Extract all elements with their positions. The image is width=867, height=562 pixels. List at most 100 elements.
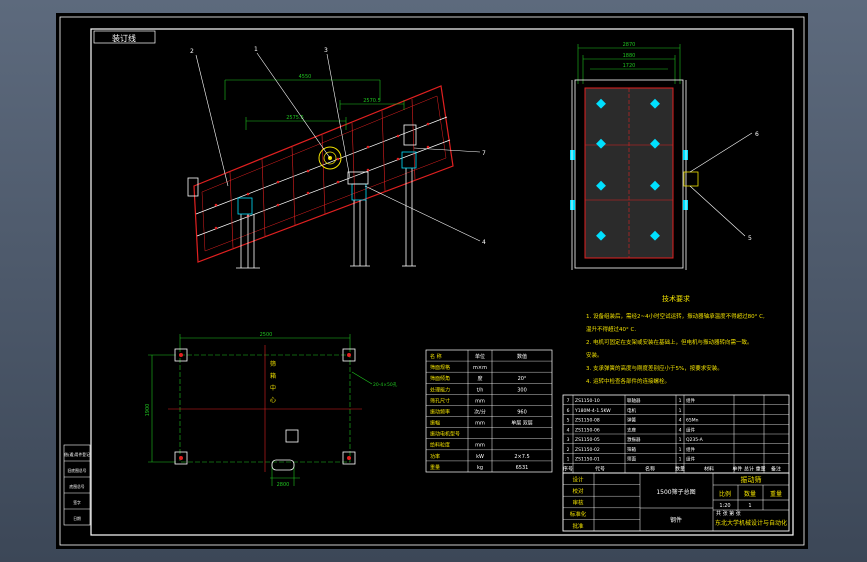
part-name: 支座	[627, 426, 636, 433]
spec-unit: 度	[477, 375, 482, 382]
left-strip-label: 签字	[73, 500, 81, 505]
qty-label: 数量	[744, 490, 756, 498]
part-material: Q235-A	[686, 437, 704, 443]
part-seq: 1	[567, 457, 570, 463]
spec-name: 振幅	[430, 420, 440, 427]
title-row-label: 标准化	[570, 510, 587, 518]
part-seq: 7	[567, 398, 570, 404]
part-seq: 6	[567, 408, 570, 414]
parts-header-cell: 序号	[563, 465, 573, 472]
part-qty: 1	[679, 398, 682, 404]
part-material: 组件	[686, 426, 695, 433]
part-name: 筛面	[627, 456, 636, 463]
parts-header-cell: 代号	[595, 465, 605, 472]
left-strip-label: 借(通)用件登记	[64, 452, 90, 457]
part-name: 电机	[627, 407, 636, 414]
spec-unit: 次/分	[474, 408, 486, 415]
part-name: 联轴器	[627, 397, 641, 404]
part-qty: 1	[679, 437, 682, 443]
spec-unit: t/h	[477, 387, 484, 393]
drawing-name: 1500筛子总图	[656, 488, 695, 496]
part-qty: 1	[679, 457, 682, 463]
spec-name: 重量	[430, 464, 440, 471]
callout-7: 7	[482, 150, 486, 157]
spec-value: 300	[517, 387, 527, 393]
part-name: 筛箱	[627, 446, 636, 453]
spec-name: 振动电机型号	[430, 431, 460, 438]
dim-plan-width: 2500	[260, 332, 273, 338]
part-code: Y180M-4-1.5KW	[574, 408, 611, 414]
dim-side-total: 4550	[299, 74, 312, 80]
drawing-canvas: 装订线 借(通)用件登记旧底图总号底图总号签字日期 4550 2575.5 25…	[56, 13, 808, 549]
title-row-label: 审核	[572, 499, 584, 507]
title-row-label: 批准	[572, 522, 584, 530]
left-strip-label: 日期	[73, 516, 81, 521]
spec-unit: mm	[475, 421, 485, 427]
left-strip-label: 旧底图总号	[68, 468, 87, 473]
parts-header-cell: 名称	[645, 465, 655, 472]
tech-requirement-item: 1. 设备组装后，需经2~4小时空试运转，振动器轴承温度不得超过80° C,	[586, 312, 765, 320]
company-name: 东北大学机械设计与自动化	[715, 519, 787, 527]
title-row-label: 设计	[572, 475, 584, 483]
spec-unit: mm	[475, 443, 485, 449]
tech-requirement-item: 3. 支承弹簧的高度与刚度差别应小于5%，按要求安装。	[586, 364, 723, 372]
spec-unit: mm	[475, 398, 485, 404]
dim-plan-depth: 2800	[277, 482, 290, 488]
spec-value: 单层 双层	[511, 420, 533, 427]
tech-requirement-item: 4. 运转中检查各部件的连接螺栓。	[586, 377, 670, 385]
drawing-title: 振动筛	[741, 475, 762, 484]
part-code: ZS1150-05	[575, 437, 600, 443]
dim-side-mid: 2575.5	[286, 115, 304, 121]
spec-unit: kW	[476, 454, 484, 460]
part-material: 组件	[686, 446, 695, 453]
dim-front-outer: 2870	[623, 42, 636, 48]
part-seq: 3	[567, 437, 570, 443]
spec-unit: 单位	[475, 353, 485, 360]
spec-name: 给料粒度	[430, 442, 450, 449]
callout-3: 3	[324, 47, 328, 54]
part-qty: 4	[679, 427, 682, 433]
drawing-material: 钢件	[670, 516, 682, 524]
tech-requirements-title: 技术要求	[662, 294, 690, 303]
part-name: 激振器	[627, 436, 641, 443]
scale-value: 1:20	[719, 503, 730, 509]
part-code: ZS1150-02	[575, 447, 600, 453]
dim-front-mid: 1880	[623, 53, 636, 59]
part-seq: 2	[567, 447, 570, 453]
parts-header-cell: 单件 总计 重量	[732, 465, 765, 472]
tech-requirement-item: 安装。	[586, 351, 603, 359]
part-seq: 5	[567, 418, 570, 424]
spec-value: 960	[517, 409, 527, 415]
spec-name: 筛孔尺寸	[430, 397, 450, 404]
tech-requirement-item: 2. 电机可固定在支架或安装在基础上，但电机与振动器转向需一致。	[586, 338, 753, 346]
dim-side-upper: 2570.5	[363, 98, 381, 104]
corner-tab: 装订线	[112, 33, 136, 43]
part-qty: 1	[679, 408, 682, 414]
spec-value: 6531	[516, 465, 529, 471]
part-material: 65Mn	[686, 418, 699, 424]
parts-header-cell: 材料	[704, 465, 714, 472]
sheet-count: 共 张 第 张	[716, 510, 741, 517]
callout-2: 2	[190, 48, 194, 55]
part-code: ZS1150-10	[575, 398, 600, 404]
parts-header-cell: 数量	[675, 465, 685, 472]
spec-unit: kg	[477, 465, 483, 471]
spec-name: 处理能力	[430, 386, 450, 393]
callout-1: 1	[254, 46, 258, 53]
part-material: 组件	[686, 456, 695, 463]
tech-requirement-item: 温升不得超过40° C.	[586, 325, 636, 333]
part-qty: 4	[679, 418, 682, 424]
part-name: 弹簧	[627, 417, 636, 424]
dim-front-inner: 1720	[623, 63, 636, 69]
parts-header-cell: 备注	[771, 465, 781, 472]
spec-unit: m×m	[473, 365, 487, 371]
part-code: ZS1150-01	[575, 457, 600, 463]
dim-plan-length: 1900	[145, 404, 151, 417]
qty-value: 1	[748, 503, 751, 509]
part-code: ZS1150-08	[575, 418, 600, 424]
spec-name: 功率	[430, 453, 440, 460]
spec-value: 数值	[517, 353, 527, 360]
spec-name: 筛面规格	[430, 364, 450, 371]
spec-name: 振动频率	[430, 408, 450, 415]
spec-name: 筛面倾角	[430, 375, 450, 382]
